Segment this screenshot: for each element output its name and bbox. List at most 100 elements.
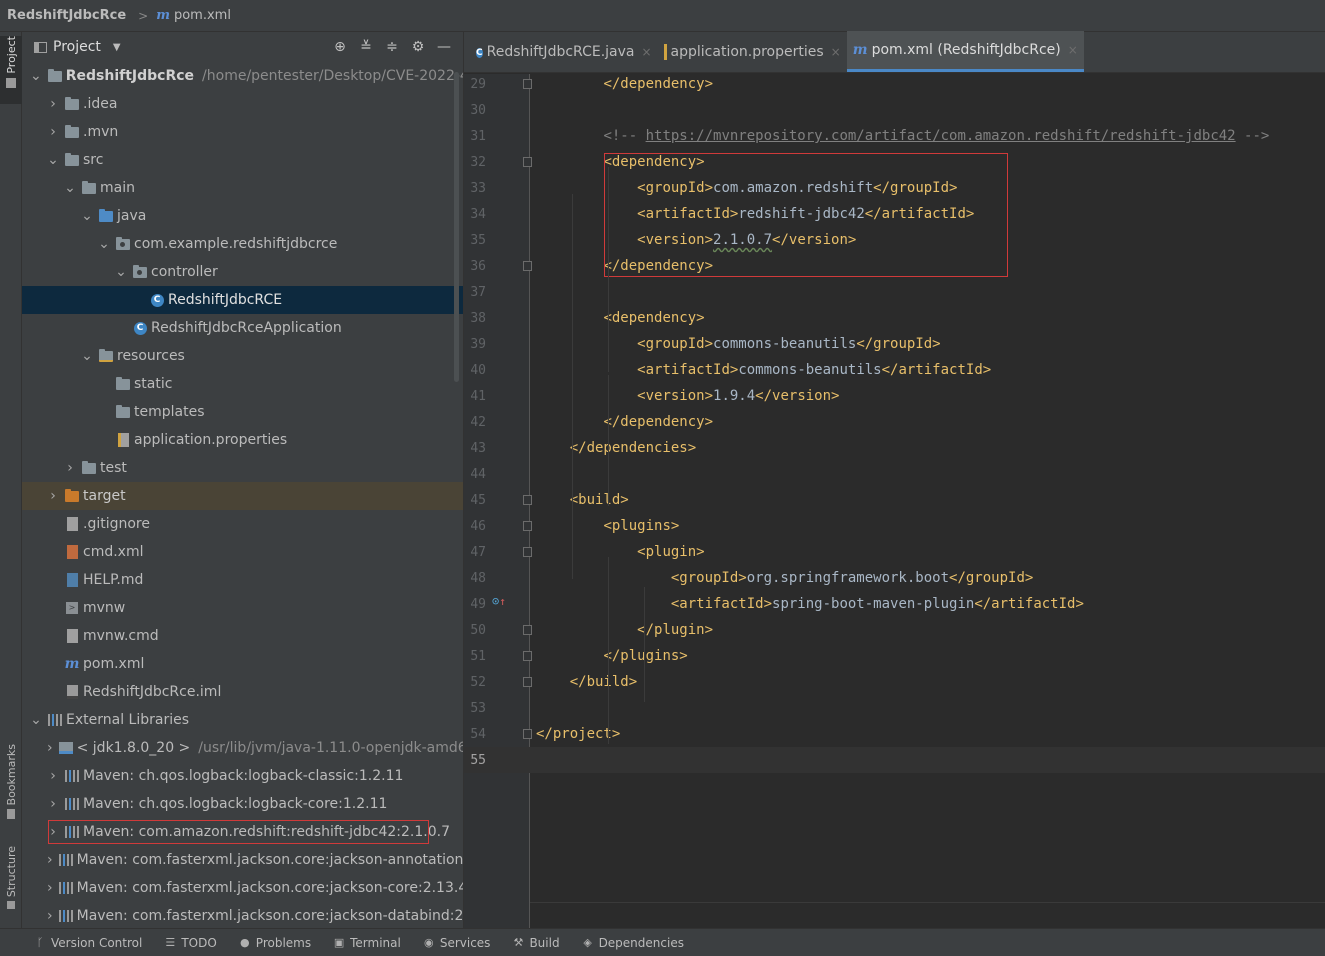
tree-node[interactable]: › .mvn — [22, 118, 463, 146]
code-line[interactable]: 38 <dependency> — [464, 305, 1325, 331]
code-line[interactable]: 48 <groupId>org.springframework.boot</gr… — [464, 565, 1325, 591]
code-line[interactable]: 52 </build> — [464, 669, 1325, 695]
fold-marker-icon[interactable] — [523, 495, 532, 505]
fold-marker-icon[interactable] — [523, 547, 532, 557]
run-gutter-icon[interactable]: ⊙↑ — [492, 594, 506, 608]
tree-node[interactable]: ⌄ resources — [22, 342, 463, 370]
fold-marker-icon[interactable] — [523, 729, 532, 739]
chevron-down-icon[interactable]: ⌄ — [81, 208, 93, 224]
chevron-down-icon[interactable]: ⌄ — [30, 68, 42, 84]
chevron-down-icon[interactable]: ⌄ — [47, 152, 59, 168]
tool-tab-structure[interactable]: Structure — [0, 846, 22, 922]
tree-node[interactable]: application.properties — [22, 426, 463, 454]
minimize-icon[interactable]: — — [431, 39, 457, 55]
chevron-down-icon[interactable]: ⌄ — [81, 348, 93, 364]
code-line[interactable]: 41 <version>1.9.4</version> — [464, 383, 1325, 409]
code-line[interactable]: 54 </project> — [464, 721, 1325, 747]
tree-node[interactable]: > mvnw — [22, 594, 463, 622]
fold-marker-icon[interactable] — [523, 651, 532, 661]
horizontal-scrollbar[interactable] — [530, 902, 1325, 928]
project-view-selector[interactable]: Project — [53, 39, 101, 55]
locate-icon[interactable]: ⊕ — [327, 39, 353, 55]
fold-marker-icon[interactable] — [523, 79, 532, 89]
code-line[interactable]: 49 <artifactId>spring-boot-maven-plugin<… — [464, 591, 1325, 617]
tree-node[interactable]: › Maven: com.fasterxml.jackson.core:jacks… — [22, 902, 463, 928]
close-icon[interactable]: × — [1068, 43, 1078, 57]
editor-tab[interactable]: application.properties × — [658, 31, 847, 72]
tree-node[interactable]: › test — [22, 454, 463, 482]
tree-node[interactable]: › Maven: ch.qos.logback:logback-core:1.2.… — [22, 790, 463, 818]
tree-node[interactable]: ⌄ com.example.redshiftjdbcrce — [22, 230, 463, 258]
editor-tab[interactable]: C RedshiftJdbcRCE.java × — [470, 31, 658, 72]
code-line[interactable]: 42 </dependency> — [464, 409, 1325, 435]
tree-node[interactable]: ⌄ src — [22, 146, 463, 174]
code-line[interactable]: 30 — [464, 97, 1325, 123]
chevron-right-icon[interactable]: › — [47, 124, 59, 140]
tree-node[interactable]: ⌄ External Libraries — [22, 706, 463, 734]
code-line[interactable]: 39 <groupId>commons-beanutils</groupId> — [464, 331, 1325, 357]
code-line[interactable]: 47 <plugin> — [464, 539, 1325, 565]
tree-node[interactable]: › .idea — [22, 90, 463, 118]
tool-window-button[interactable]: ᚴ Version Control — [34, 936, 143, 950]
chevron-right-icon[interactable]: › — [47, 796, 59, 812]
tool-window-button[interactable]: ▣ Terminal — [333, 936, 401, 950]
fold-marker-icon[interactable] — [523, 625, 532, 635]
chevron-down-icon[interactable]: ▼ — [113, 42, 121, 53]
breadcrumb-file[interactable]: pom.xml — [174, 8, 231, 23]
chevron-right-icon[interactable]: › — [47, 908, 53, 924]
expand-all-icon[interactable]: ≚ — [353, 39, 379, 55]
tree-node[interactable]: › Maven: com.fasterxml.jackson.core:jacks… — [22, 874, 463, 902]
tree-node[interactable]: static — [22, 370, 463, 398]
tree-node[interactable]: ⌄ RedshiftJdbcRce/home/pentester/Desktop/… — [22, 62, 463, 90]
tree-node[interactable]: C RedshiftJdbcRCE — [22, 286, 463, 314]
fold-marker-icon[interactable] — [523, 677, 532, 687]
tree-node[interactable]: m pom.xml — [22, 650, 463, 678]
code-line[interactable]: 44 — [464, 461, 1325, 487]
project-tree-scrollbar[interactable] — [454, 72, 459, 382]
tool-window-button[interactable]: ◈ Dependencies — [582, 936, 684, 950]
code-line[interactable]: 45 <build> — [464, 487, 1325, 513]
code-editor[interactable]: 29 </dependency> 30 31 <!-- https://mvnrep… — [464, 74, 1325, 928]
code-line[interactable]: 29 </dependency> — [464, 71, 1325, 97]
chevron-right-icon[interactable]: › — [47, 880, 53, 896]
tree-node[interactable]: HELP.md — [22, 566, 463, 594]
tool-window-button[interactable]: ☰ TODO — [164, 936, 216, 950]
editor-tab[interactable]: m pom.xml (RedshiftJdbcRce) × — [846, 31, 1084, 72]
code-line[interactable]: 31 <!-- https://mvnrepository.com/artifa… — [464, 123, 1325, 149]
chevron-right-icon[interactable]: › — [47, 768, 59, 784]
chevron-right-icon[interactable]: › — [64, 460, 76, 476]
tree-node[interactable]: ⌄ controller — [22, 258, 463, 286]
code-line[interactable]: 55 — [464, 747, 1325, 773]
code-line[interactable]: 46 <plugins> — [464, 513, 1325, 539]
tree-node[interactable]: ⌄ main — [22, 174, 463, 202]
chevron-right-icon[interactable]: › — [47, 852, 53, 868]
tree-node[interactable]: templates — [22, 398, 463, 426]
tree-node[interactable]: cmd.xml — [22, 538, 463, 566]
chevron-right-icon[interactable]: › — [47, 488, 59, 504]
tool-tab-bookmarks[interactable]: Bookmarks — [0, 744, 22, 834]
tree-node[interactable]: › Maven: ch.qos.logback:logback-classic:1… — [22, 762, 463, 790]
fold-marker-icon[interactable] — [523, 157, 532, 167]
gear-icon[interactable]: ⚙ — [405, 39, 431, 55]
fold-marker-icon[interactable] — [523, 521, 532, 531]
collapse-all-icon[interactable]: ≑ — [379, 39, 405, 55]
fold-marker-icon[interactable] — [523, 261, 532, 271]
code-line[interactable]: 43 </dependencies> — [464, 435, 1325, 461]
code-line[interactable]: 40 <artifactId>commons-beanutils</artifa… — [464, 357, 1325, 383]
tree-node[interactable]: › < jdk1.8.0_20 > /usr/lib/jvm/java-1.11.0… — [22, 734, 463, 762]
code-line[interactable]: 51 </plugins> — [464, 643, 1325, 669]
tree-node[interactable]: › Maven: com.fasterxml.jackson.core:jacks… — [22, 846, 463, 874]
breadcrumb-project[interactable]: RedshiftJdbcRce — [7, 8, 126, 23]
code-link[interactable]: https://mvnrepository.com/artifact/com.a… — [646, 128, 1236, 144]
chevron-down-icon[interactable]: ⌄ — [64, 180, 76, 196]
tree-node[interactable]: RedshiftJdbcRce.iml — [22, 678, 463, 706]
code-line[interactable]: 37 — [464, 279, 1325, 305]
chevron-right-icon[interactable]: › — [47, 96, 59, 112]
code-line[interactable]: 53 — [464, 695, 1325, 721]
tree-node[interactable]: › target — [22, 482, 463, 510]
tool-tab-project[interactable]: Project — [0, 36, 22, 104]
tree-node[interactable]: ⌄ java — [22, 202, 463, 230]
close-icon[interactable]: × — [831, 45, 841, 59]
code-line[interactable]: 50 </plugin> — [464, 617, 1325, 643]
tool-window-button[interactable]: ● Problems — [239, 936, 311, 950]
